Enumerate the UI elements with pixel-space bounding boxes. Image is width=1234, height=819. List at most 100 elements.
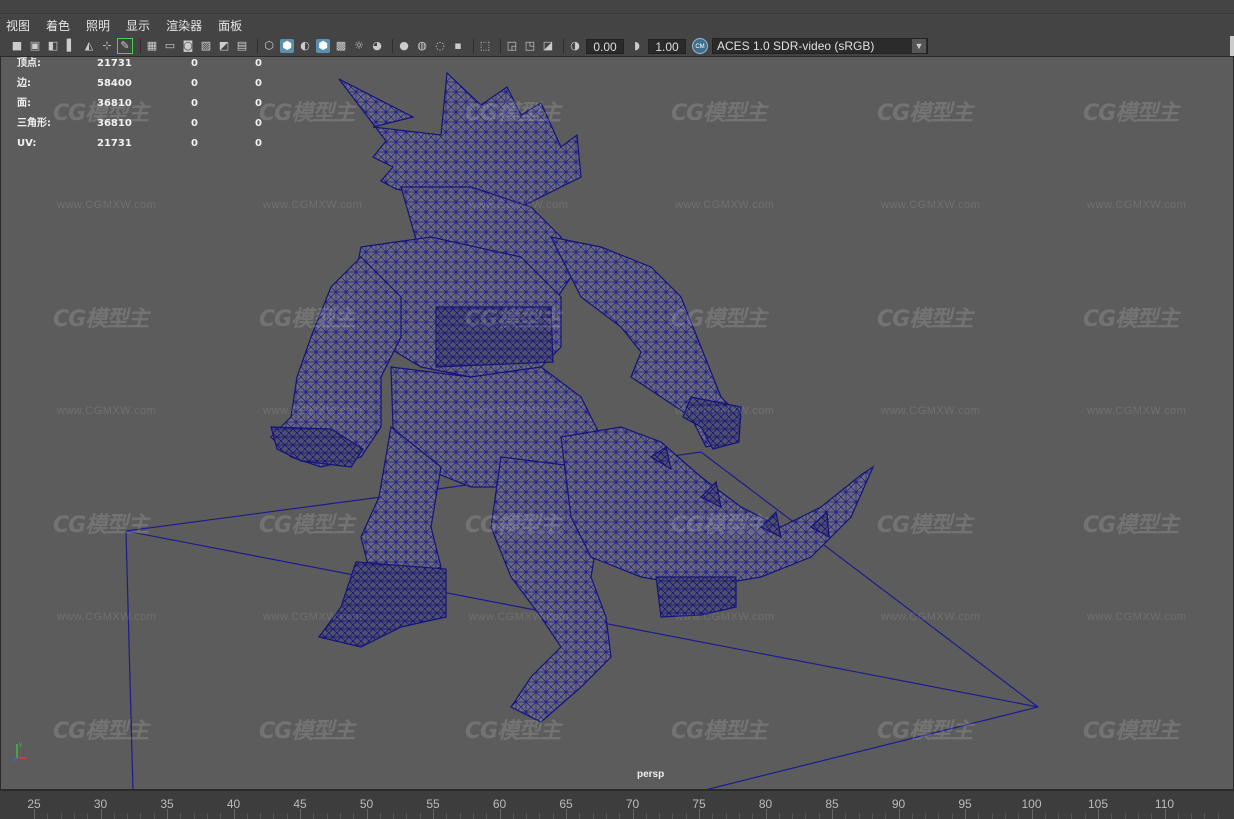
ruler-minor-tick — [1191, 813, 1193, 819]
ruler-major-tick — [832, 809, 833, 819]
ruler-major-tick — [1098, 809, 1099, 819]
xray-active-icon[interactable]: ◳ — [523, 39, 537, 53]
ruler-minor-tick — [220, 813, 222, 819]
watermark-logo: CG模型主 — [53, 719, 149, 744]
watermark-logo: CG模型主 — [877, 101, 973, 126]
watermark-logo: CG模型主 — [671, 719, 767, 744]
time-ruler[interactable]: 25 30 35 40 45 50 55 60 65 70 75 80 85 90 95 100 105 110 — [0, 790, 1234, 819]
ruler-minor-tick — [246, 813, 248, 819]
safe-action-icon[interactable]: ▤ — [235, 39, 249, 53]
gate-mask-icon[interactable]: ▨ — [199, 39, 213, 53]
ruler-minor-tick — [486, 813, 488, 819]
color-management-icon[interactable]: CM — [692, 38, 708, 54]
hud-row-vertices: 顶点: 21731 0 0 — [17, 59, 277, 79]
watermark-logo: CG模型主 — [1083, 513, 1179, 538]
ruler-minor-tick — [792, 813, 794, 819]
depth-of-field-icon[interactable]: ▪ — [451, 39, 465, 53]
multisample-aa-icon[interactable]: ◌ — [433, 39, 447, 53]
menu-panels[interactable]: 面板 — [218, 17, 242, 34]
toolbar-separator — [500, 39, 501, 53]
screen-space-ao-icon[interactable]: ● — [397, 39, 411, 53]
ruler-major-tick — [34, 809, 35, 819]
ruler-minor-tick — [193, 813, 195, 819]
ruler-minor-tick — [47, 813, 49, 819]
smooth-shade-icon[interactable]: ⬢ — [280, 39, 294, 53]
ruler-minor-tick — [313, 813, 315, 819]
xray-joints-icon[interactable]: ◲ — [505, 39, 519, 53]
axis-gizmo-icon: y — [12, 742, 27, 762]
camera-attributes-icon[interactable]: ◧ — [46, 39, 60, 53]
color-space-dropdown[interactable]: ACES 1.0 SDR-video (sRGB) ▼ — [712, 38, 928, 54]
ruler-major-tick — [1164, 809, 1166, 819]
bookmark-icon[interactable]: ▌ — [64, 39, 78, 53]
grease-pencil-icon[interactable]: ✎ — [117, 38, 133, 54]
hud-value: 21731 — [97, 58, 132, 69]
viewport-persp[interactable]: 顶点: 21731 0 0 边: 58400 0 0 面: 36810 0 0 … — [0, 56, 1234, 790]
ruler-minor-tick — [1058, 813, 1060, 819]
ruler-minor-tick — [353, 813, 355, 819]
wireframe-on-shaded-icon[interactable]: ⬢ — [316, 39, 330, 53]
shadows-icon[interactable]: ◕ — [370, 39, 384, 53]
ruler-minor-tick — [273, 813, 275, 819]
chevron-down-icon[interactable]: ▼ — [912, 39, 926, 53]
watermark-logo: CG模型主 — [259, 307, 355, 332]
hud-value: 0 — [255, 78, 262, 89]
isolate-select-icon[interactable]: ⬚ — [478, 39, 492, 53]
watermark-url: www.CGMXW.com — [469, 199, 569, 211]
watermark-url: www.CGMXW.com — [57, 405, 157, 417]
ruler-minor-tick — [393, 813, 395, 819]
wireframe-icon[interactable]: ⬡ — [262, 39, 276, 53]
menu-lighting[interactable]: 照明 — [86, 17, 110, 34]
menu-renderer[interactable]: 渲染器 — [166, 17, 202, 34]
use-lights-icon[interactable]: ☼ — [352, 39, 366, 53]
gamma-field[interactable]: 1.00 — [648, 38, 686, 54]
ruler-minor-tick — [911, 813, 913, 819]
ruler-minor-tick — [1124, 813, 1126, 819]
camera-lock-icon[interactable]: ▣ — [28, 39, 42, 53]
menu-show[interactable]: 显示 — [126, 17, 150, 34]
toolbar-separator — [257, 39, 258, 53]
ruler-major-tick — [100, 809, 102, 819]
grid-icon[interactable]: ▦ — [145, 39, 159, 53]
resolution-gate-icon[interactable]: ◙ — [181, 39, 195, 53]
watermark-url: www.CGMXW.com — [1087, 199, 1187, 211]
2d-pan-zoom-icon[interactable]: ⊹ — [100, 39, 114, 53]
watermark-logo: CG模型主 — [53, 513, 149, 538]
backface-cull-icon[interactable]: ◪ — [541, 39, 555, 53]
ruler-minor-tick — [885, 813, 887, 819]
ruler-minor-tick — [805, 813, 807, 819]
watermark-url: www.CGMXW.com — [57, 199, 157, 211]
watermark-url: www.CGMXW.com — [881, 611, 981, 623]
ruler-minor-tick — [991, 813, 993, 819]
ruler-major-tick — [898, 809, 900, 819]
creature-mesh[interactable] — [270, 71, 875, 723]
panel-toolbar: ■ ▣ ◧ ▌ ◭ ⊹ ✎ ▦ ▭ ◙ ▨ ◩ ▤ ⬡ ⬢ ◐ ⬢ ▩ ☼ ◕ … — [0, 36, 1234, 56]
xray-icon[interactable]: ▩ — [334, 39, 348, 53]
field-chart-icon[interactable]: ◩ — [217, 39, 231, 53]
exposure-icon[interactable]: ◑ — [568, 39, 582, 53]
watermark-logo: CG模型主 — [259, 513, 355, 538]
exposure-field[interactable]: 0.00 — [586, 38, 624, 54]
gamma-icon[interactable]: ◗ — [630, 39, 644, 53]
ruler-minor-tick — [938, 813, 940, 819]
watermark-logo: CG模型主 — [1083, 307, 1179, 332]
toolbar-separator — [140, 39, 141, 53]
ruler-minor-tick — [419, 813, 421, 819]
image-plane-icon[interactable]: ◭ — [82, 39, 96, 53]
motion-blur-icon[interactable]: ◍ — [415, 39, 429, 53]
menu-view[interactable]: 视图 — [6, 17, 30, 34]
default-material-icon[interactable]: ◐ — [298, 39, 312, 53]
ruler-minor-tick — [871, 813, 873, 819]
ruler-minor-tick — [1044, 813, 1046, 819]
menu-shading[interactable]: 着色 — [46, 17, 70, 34]
hud-label: 边: — [17, 78, 31, 89]
toolbar-separator — [392, 39, 393, 53]
hud-value: 0 — [255, 138, 262, 149]
ruler-minor-tick — [113, 813, 115, 819]
color-space-label: ACES 1.0 SDR-video (sRGB) — [717, 39, 875, 53]
camera-icon[interactable]: ■ — [10, 39, 24, 53]
left-foot — [317, 561, 447, 648]
watermark-url: www.CGMXW.com — [1087, 611, 1187, 623]
ruler-minor-tick — [406, 813, 408, 819]
film-gate-icon[interactable]: ▭ — [163, 39, 177, 53]
